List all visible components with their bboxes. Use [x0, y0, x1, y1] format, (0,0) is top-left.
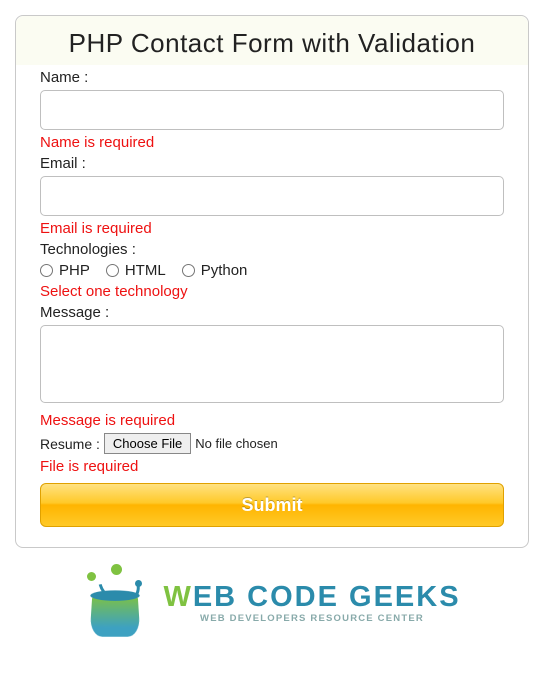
email-error: Email is required — [40, 220, 504, 237]
technologies-options: PHP HTML Python — [40, 262, 504, 279]
resume-error: File is required — [40, 458, 504, 475]
tech-radio-python[interactable] — [182, 264, 195, 277]
logo-mark-icon — [83, 566, 153, 641]
name-group: Name : Name is required — [40, 69, 504, 151]
technologies-error: Select one technology — [40, 283, 504, 300]
tech-option-label[interactable]: PHP — [59, 262, 90, 279]
tech-option-label[interactable]: Python — [201, 262, 248, 279]
logo-title-rest: EB CODE GEEKS — [193, 581, 461, 613]
tech-radio-php[interactable] — [40, 264, 53, 277]
footer-logo-area: WEB CODE GEEKS WEB DEVELOPERS RESOURCE C… — [15, 566, 529, 646]
message-label: Message : — [40, 304, 504, 321]
resume-row: Resume : Choose File No file chosen — [40, 433, 504, 454]
message-input[interactable] — [40, 325, 504, 403]
email-label: Email : — [40, 155, 504, 172]
title-area: PHP Contact Form with Validation — [16, 16, 528, 65]
resume-label: Resume : — [40, 436, 100, 452]
choose-file-button[interactable]: Choose File — [104, 433, 191, 454]
technologies-group: Technologies : PHP HTML Python Select on… — [40, 241, 504, 300]
form-body: Name : Name is required Email : Email is… — [38, 69, 506, 527]
submit-button[interactable]: Submit — [40, 483, 504, 527]
tech-option-label[interactable]: HTML — [125, 262, 166, 279]
logo: WEB CODE GEEKS WEB DEVELOPERS RESOURCE C… — [83, 566, 460, 641]
tech-radio-html[interactable] — [106, 264, 119, 277]
logo-text: WEB CODE GEEKS WEB DEVELOPERS RESOURCE C… — [163, 583, 460, 624]
name-input[interactable] — [40, 90, 504, 130]
name-label: Name : — [40, 69, 504, 86]
message-group: Message : Message is required — [40, 304, 504, 429]
message-error: Message is required — [40, 412, 504, 429]
logo-subtitle: WEB DEVELOPERS RESOURCE CENTER — [163, 614, 460, 624]
name-error: Name is required — [40, 134, 504, 151]
form-card: PHP Contact Form with Validation Name : … — [15, 15, 529, 548]
logo-title-w: W — [163, 581, 192, 613]
page-title: PHP Contact Form with Validation — [38, 28, 506, 59]
logo-title: WEB CODE GEEKS — [163, 583, 460, 612]
file-status: No file chosen — [195, 436, 277, 451]
technologies-label: Technologies : — [40, 241, 504, 258]
resume-group: Resume : Choose File No file chosen File… — [40, 433, 504, 475]
email-group: Email : Email is required — [40, 155, 504, 237]
email-input[interactable] — [40, 176, 504, 216]
